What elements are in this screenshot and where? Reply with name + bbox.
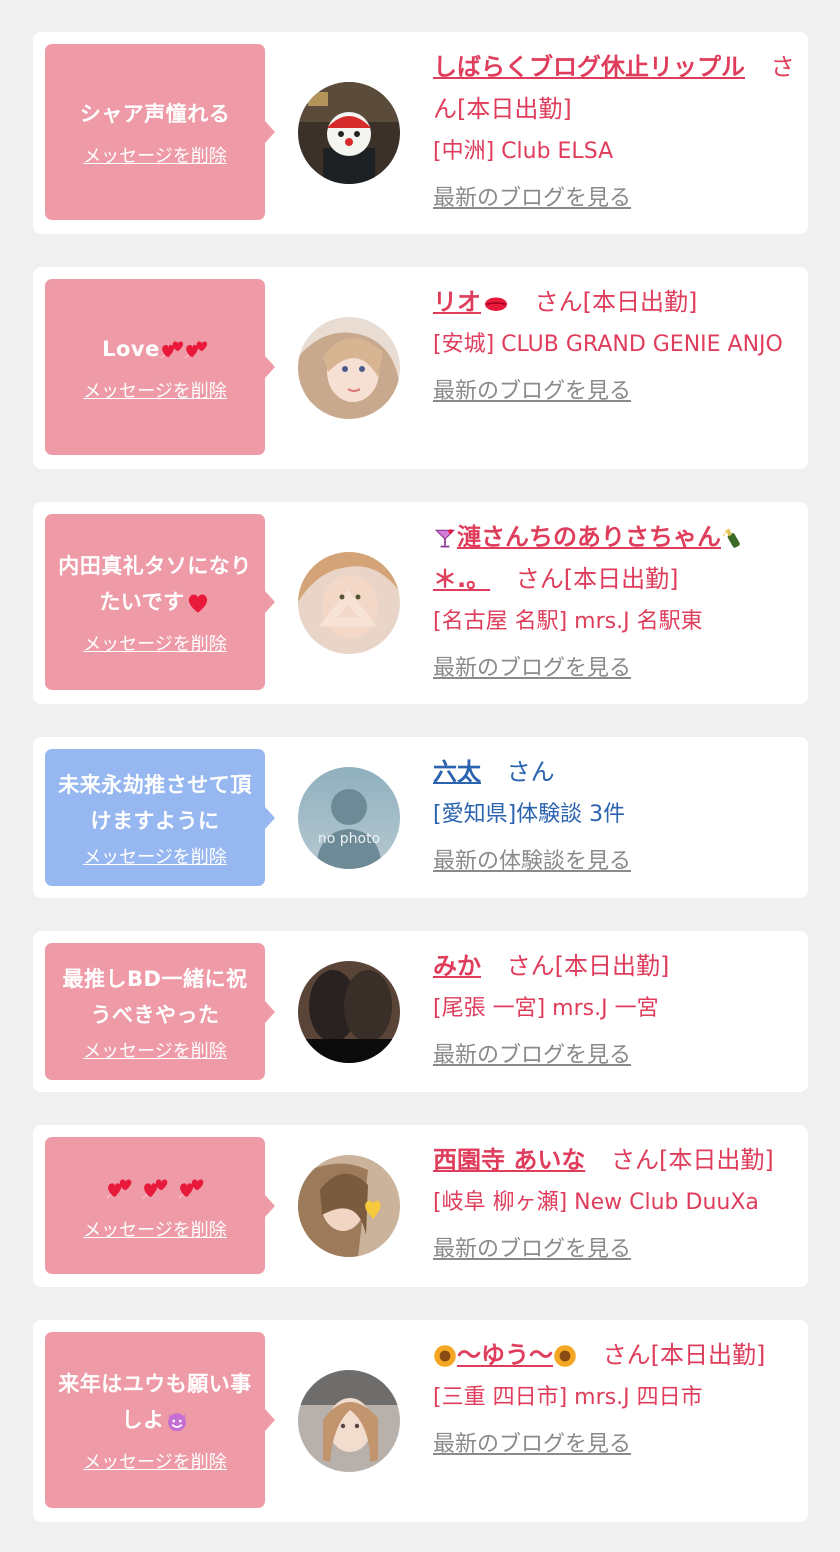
lips-icon — [484, 296, 508, 312]
message-text — [105, 1170, 205, 1206]
message-bubble: 最推しBD一緒に祝うべきやった メッセージを削除 — [45, 943, 275, 1080]
message-card: Love メッセージを削除 リオ さん[本日出勤] [安城] CLUB GRAN… — [33, 267, 808, 469]
message-text: 来年はユウも願い事しよ — [53, 1366, 257, 1438]
info-panel: 西園寺 あいな さん[本日出勤] [岐阜 柳ヶ瀬] New Club DuuXa… — [433, 1139, 795, 1267]
message-bubble: シャア声憧れる メッセージを削除 — [45, 44, 275, 220]
cast-name-text: 漣さんちのありさちゃん — [457, 523, 721, 551]
cast-name-link[interactable]: リオ — [433, 288, 509, 316]
shop-label: [尾張 一宮] mrs.J 一宮 — [433, 996, 659, 1021]
delete-message-link[interactable]: メッセージを削除 — [83, 142, 227, 168]
cast-name-tail: ＊.。 — [433, 565, 491, 593]
cast-name-link[interactable]: みか — [433, 952, 481, 980]
cast-status: さん[本日出勤] — [602, 1341, 766, 1369]
info-panel: しばらくブログ休止リップル さん[本日出勤] [中洲] Club ELSA 最新… — [433, 46, 795, 216]
cast-name-link[interactable]: 〜ゆう〜 — [433, 1341, 577, 1369]
avatar[interactable] — [298, 317, 400, 419]
message-text: 未来永劫推させて頂けますように — [58, 772, 252, 833]
delete-message-link[interactable]: メッセージを削除 — [83, 377, 227, 403]
red-heart-icon — [188, 594, 207, 613]
review-link[interactable]: 最新の体験談を見る — [433, 845, 795, 879]
message-bubble: 未来永劫推させて頂けますように メッセージを削除 — [45, 749, 275, 886]
message-card: メッセージを削除 西園寺 あいな さん[本日出勤] [岐阜 柳ヶ瀬] New C… — [33, 1125, 808, 1287]
message-card: 内田真礼タソになりたいです メッセージを削除 漣さんちのありさちゃん ＊.。 さん… — [33, 502, 808, 704]
avatar[interactable] — [298, 961, 400, 1063]
info-panel: 〜ゆう〜 さん[本日出勤] [三重 四日市] mrs.J 四日市 最新のブログを… — [433, 1334, 795, 1462]
message-bubble: 来年はユウも願い事しよ メッセージを削除 — [45, 1332, 275, 1508]
message-card: 来年はユウも願い事しよ メッセージを削除 〜ゆう〜 さん[本日出勤] [三重 四… — [33, 1320, 808, 1522]
message-text: シャア声憧れる — [79, 102, 231, 126]
message-text-label: 内田真礼タソになりたいです — [58, 554, 252, 614]
cast-status: さん[本日出勤] — [611, 1146, 774, 1174]
message-card: 未来永劫推させて頂けますように メッセージを削除 no photo 六太 さん … — [33, 737, 808, 898]
delete-message-link[interactable]: メッセージを削除 — [83, 1448, 227, 1474]
message-bubble: 内田真礼タソになりたいです メッセージを削除 — [45, 514, 275, 690]
blog-link[interactable]: 最新のブログを見る — [433, 375, 795, 409]
delete-message-link[interactable]: メッセージを削除 — [83, 630, 227, 656]
smiling-devil-icon — [166, 1412, 187, 1433]
info-panel: 六太 さん [愛知県]体験談 3件 最新の体験談を見る — [433, 751, 795, 879]
review-count: [愛知県]体験談 3件 — [433, 802, 626, 827]
cast-name-link[interactable]: 西園寺 あいな — [433, 1146, 585, 1174]
shop-label: [中洲] Club ELSA — [433, 139, 614, 164]
two-hearts-icon — [142, 1178, 169, 1199]
message-card: 最推しBD一緒に祝うべきやった メッセージを削除 みか さん[本日出勤] [尾張… — [33, 931, 808, 1092]
cast-name-text: リオ — [433, 288, 481, 316]
reviewer-suffix: さん — [506, 758, 555, 786]
shop-label: [名古屋 名駅] mrs.J 名駅東 — [433, 609, 703, 634]
cast-name-link[interactable]: しばらくブログ休止リップル — [433, 53, 745, 81]
message-bubble: Love メッセージを削除 — [45, 279, 275, 455]
info-panel: みか さん[本日出勤] [尾張 一宮] mrs.J 一宮 最新のブログを見る — [433, 945, 795, 1073]
delete-message-link[interactable]: メッセージを削除 — [83, 843, 227, 869]
blog-link[interactable]: 最新のブログを見る — [433, 182, 795, 216]
message-text-label: 来年はユウも願い事しよ — [58, 1372, 252, 1432]
avatar[interactable] — [298, 1370, 400, 1472]
cast-name-text: 〜ゆう〜 — [457, 1341, 553, 1369]
avatar-placeholder-text: no photo — [317, 831, 381, 847]
message-card: シャア声憧れる メッセージを削除 しばらくブログ休止リップル さん[本日出勤] … — [33, 32, 808, 234]
blog-link[interactable]: 最新のブログを見る — [433, 652, 795, 686]
message-bubble: メッセージを削除 — [45, 1137, 275, 1274]
sunflower-icon — [434, 1345, 456, 1367]
message-text-label: Love — [102, 337, 160, 361]
message-text: Love — [102, 331, 208, 367]
message-text: 最推しBD一緒に祝うべきやった — [62, 966, 248, 1027]
avatar[interactable]: no photo — [298, 767, 400, 869]
avatar[interactable] — [298, 552, 400, 654]
cocktail-icon — [435, 528, 455, 549]
two-hearts-icon — [177, 1178, 205, 1199]
two-hearts-icon — [160, 340, 184, 360]
blog-link[interactable]: 最新のブログを見る — [433, 1428, 795, 1462]
shop-label: [岐阜 柳ヶ瀬] New Club DuuXa — [433, 1190, 759, 1215]
cast-status: さん[本日出勤] — [515, 565, 679, 593]
info-panel: リオ さん[本日出勤] [安城] CLUB GRAND GENIE ANJO 最… — [433, 281, 795, 409]
avatar[interactable] — [298, 82, 400, 184]
delete-message-link[interactable]: メッセージを削除 — [83, 1037, 227, 1063]
sunflower-icon — [554, 1345, 576, 1367]
shop-label: [安城] CLUB GRAND GENIE ANJO — [433, 332, 783, 357]
info-panel: 漣さんちのありさちゃん ＊.。 さん[本日出勤] [名古屋 名駅] mrs.J 名… — [433, 516, 795, 686]
cast-status: さん[本日出勤] — [506, 952, 670, 980]
message-text: 内田真礼タソになりたいです — [53, 548, 257, 620]
delete-message-link[interactable]: メッセージを削除 — [83, 1216, 227, 1242]
reviewer-name-link[interactable]: 六太 — [433, 758, 481, 786]
champagne-icon — [723, 528, 741, 549]
avatar[interactable] — [298, 1155, 400, 1257]
two-hearts-icon — [106, 1178, 133, 1199]
shop-label: [三重 四日市] mrs.J 四日市 — [433, 1385, 703, 1410]
blog-link[interactable]: 最新のブログを見る — [433, 1233, 795, 1267]
two-hearts-icon — [184, 340, 208, 360]
cast-status: さん[本日出勤] — [534, 288, 698, 316]
blog-link[interactable]: 最新のブログを見る — [433, 1039, 795, 1073]
